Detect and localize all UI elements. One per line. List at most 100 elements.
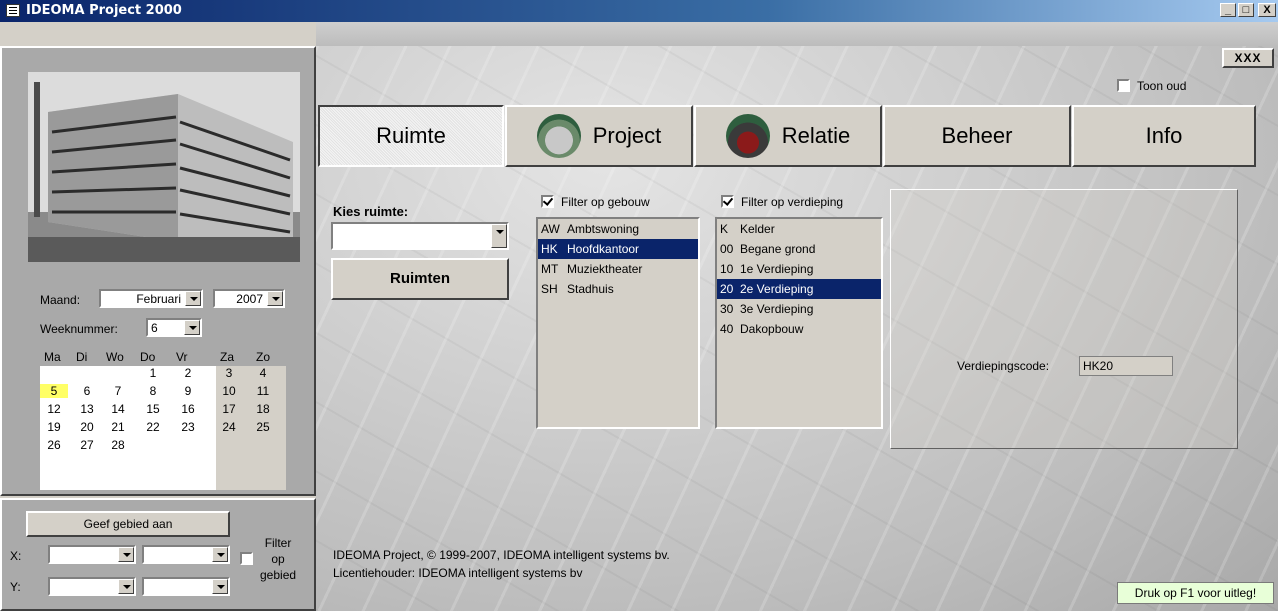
list-item-code: AW — [541, 222, 560, 236]
close-button[interactable]: X — [1258, 3, 1276, 17]
list-item-name: Muziektheater — [567, 262, 643, 276]
chevron-down-icon[interactable] — [267, 291, 283, 306]
filter-gebouw-checkbox[interactable] — [541, 195, 554, 208]
tab-beheer-label: Beheer — [941, 123, 1013, 148]
calendar-day[interactable]: 28 — [104, 438, 132, 452]
calendar-day[interactable]: 8 — [139, 384, 167, 398]
weekday-header: Za — [220, 350, 235, 364]
copyright-text: IDEOMA Project, © 1999-2007, IDEOMA inte… — [333, 548, 670, 562]
calendar-day[interactable]: 27 — [73, 438, 101, 452]
y-label: Y: — [10, 580, 21, 594]
list-item-code: 10 — [720, 262, 734, 276]
weeknummer-select[interactable]: 6 — [146, 318, 202, 337]
chevron-down-icon[interactable] — [212, 547, 228, 562]
y-from-select[interactable] — [48, 577, 136, 596]
calendar-day[interactable]: 24 — [215, 420, 243, 434]
calendar-grid: 1 2 3 4 5 6 7 8 9 10 11 12 13 14 15 16 17 18 19 20 21 22 23 24 2… — [40, 366, 286, 490]
calendar-day[interactable]: 12 — [40, 402, 68, 416]
list-item[interactable]: 10 1e Verdieping — [717, 259, 881, 279]
xxx-button[interactable]: XXX — [1222, 48, 1274, 68]
list-item[interactable]: AW Ambtswoning — [538, 219, 698, 239]
maximize-button[interactable]: □ — [1238, 3, 1254, 17]
calendar-day[interactable]: 26 — [40, 438, 68, 452]
tab-ruimte[interactable]: Ruimte — [318, 105, 504, 167]
chevron-down-icon[interactable] — [184, 320, 200, 335]
calendar-day[interactable]: 15 — [139, 402, 167, 416]
list-item[interactable]: SH Stadhuis — [538, 279, 698, 299]
calendar-day[interactable]: 9 — [174, 384, 202, 398]
tab-beheer[interactable]: Beheer — [883, 105, 1071, 167]
ruimten-button[interactable]: Ruimten — [331, 258, 509, 300]
chevron-down-icon[interactable] — [118, 547, 134, 562]
tab-info[interactable]: Info — [1072, 105, 1256, 167]
weeknummer-label: Weeknummer: — [40, 322, 118, 336]
tab-relatie[interactable]: Relatie — [694, 105, 882, 167]
chevron-down-icon[interactable] — [212, 579, 228, 594]
weekday-header: Di — [76, 350, 88, 364]
chevron-down-icon[interactable] — [185, 291, 201, 306]
list-item-name: Kelder — [740, 222, 775, 236]
calendar-day-today[interactable]: 5 — [40, 384, 68, 398]
weekday-header: Ma — [44, 350, 61, 364]
x-from-select[interactable] — [48, 545, 136, 564]
app-form-icon — [6, 4, 20, 17]
filter-verdieping-checkbox[interactable] — [721, 195, 734, 208]
filter-gebied-label: Filter op gebied — [260, 536, 297, 582]
list-item[interactable]: K Kelder — [717, 219, 881, 239]
chevron-down-icon[interactable] — [491, 224, 507, 248]
minimize-button[interactable]: _ — [1220, 3, 1236, 17]
verdiepingscode-label: Verdiepingscode: — [957, 359, 1050, 373]
list-item[interactable]: MT Muziektheater — [538, 259, 698, 279]
filter-verdieping-label: Filter op verdieping — [741, 195, 844, 209]
list-item-name: 2e Verdieping — [740, 282, 814, 296]
weekday-header: Zo — [256, 350, 271, 364]
calendar-day[interactable]: 19 — [40, 420, 68, 434]
jaar-select[interactable]: 2007 — [213, 289, 285, 308]
list-item[interactable]: 20 2e Verdieping — [717, 279, 881, 299]
calendar-day[interactable]: 2 — [174, 366, 202, 380]
calendar-day[interactable]: 14 — [104, 402, 132, 416]
verdieping-listbox[interactable]: K Kelder 00 Begane grond 10 1e Verdieping 20 2e… — [715, 217, 883, 429]
list-item[interactable]: HK Hoofdkantoor — [538, 239, 698, 259]
tab-info-label: Info — [1145, 123, 1183, 148]
calendar-day[interactable]: 4 — [249, 366, 277, 380]
list-item-name: Begane grond — [740, 242, 816, 256]
kies-ruimte-select[interactable] — [331, 222, 509, 250]
list-item-name: Ambtswoning — [567, 222, 640, 236]
list-item[interactable]: 40 Dakopbouw — [717, 319, 881, 339]
maand-select[interactable]: Februari — [99, 289, 203, 308]
verdiepingscode-field[interactable]: HK20 — [1079, 356, 1173, 376]
calendar-day[interactable]: 7 — [104, 384, 132, 398]
list-item-code: 30 — [720, 302, 734, 316]
list-item-code: MT — [541, 262, 559, 276]
calendar-day[interactable]: 20 — [73, 420, 101, 434]
verdieping-detail-panel — [890, 189, 1238, 449]
calendar-day[interactable]: 6 — [73, 384, 101, 398]
list-item[interactable]: 30 3e Verdieping — [717, 299, 881, 319]
calendar-day[interactable]: 10 — [215, 384, 243, 398]
calendar-day[interactable]: 17 — [215, 402, 243, 416]
filter-gebied-checkbox[interactable] — [240, 552, 253, 565]
calendar-day[interactable]: 18 — [249, 402, 277, 416]
x-to-select[interactable] — [142, 545, 230, 564]
title-bar: IDEOMA Project 2000 _ □ X — [0, 0, 1278, 22]
gebouw-listbox[interactable]: AW Ambtswoning HK Hoofdkantoor MT Muziektheat… — [536, 217, 700, 429]
calendar-day[interactable]: 21 — [104, 420, 132, 434]
calendar-day[interactable]: 13 — [73, 402, 101, 416]
toon-oud-checkbox[interactable] — [1117, 79, 1130, 92]
chevron-down-icon[interactable] — [118, 579, 134, 594]
calendar-day[interactable]: 25 — [249, 420, 277, 434]
list-item-name: Dakopbouw — [740, 322, 804, 336]
geef-gebied-button[interactable]: Geef gebied aan — [26, 511, 230, 537]
calendar-day[interactable]: 16 — [174, 402, 202, 416]
list-item[interactable]: 00 Begane grond — [717, 239, 881, 259]
jaar-select-value: 2007 — [236, 292, 263, 306]
calendar-day[interactable]: 3 — [215, 366, 243, 380]
y-to-select[interactable] — [142, 577, 230, 596]
calendar-day[interactable]: 22 — [139, 420, 167, 434]
tab-project[interactable]: Project — [505, 105, 693, 167]
ideoma-logo-icon — [536, 114, 581, 158]
calendar-day[interactable]: 23 — [174, 420, 202, 434]
calendar-day[interactable]: 11 — [249, 384, 277, 398]
calendar-day[interactable]: 1 — [139, 366, 167, 380]
